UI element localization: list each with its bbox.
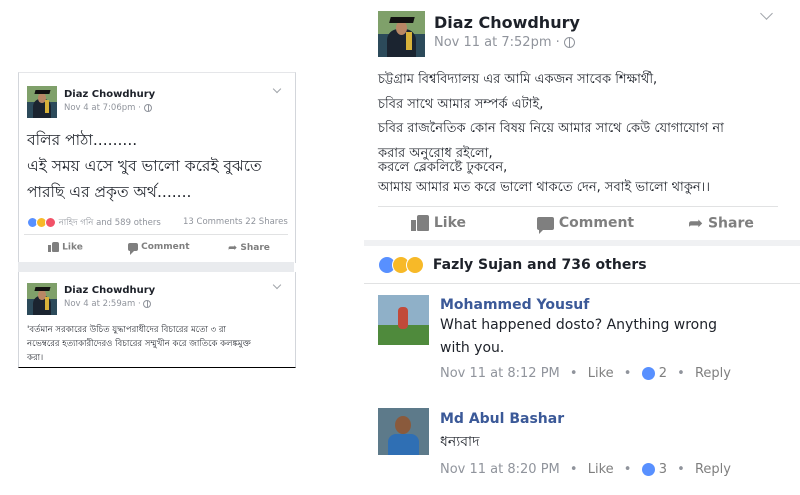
timestamp-text[interactable]: Nov 11 at 7:52pm <box>434 35 551 50</box>
comment-time[interactable]: Nov 11 at 8:20 PM <box>440 462 560 477</box>
author-avatar[interactable] <box>378 11 425 57</box>
globe-icon <box>143 299 152 308</box>
comment-text-line: with you. <box>440 340 505 356</box>
comment-meta: Nov 11 at 8:12 PM • Like • 2 • Reply <box>440 366 731 381</box>
timestamp-text[interactable]: Nov 4 at 2:59am <box>64 299 135 309</box>
share-button[interactable]: ➦ Share <box>228 241 270 254</box>
like-button[interactable]: Like <box>411 215 466 231</box>
post-text-line: 'বর্তমান সরকারের উচিত যুদ্ধাপরাধীদের বিচ… <box>27 325 226 335</box>
comment-like-button[interactable]: Like <box>588 366 614 381</box>
divider <box>378 206 778 207</box>
post-text-line: চট্টগ্রাম বিশ্ববিদ্যালয় এর আমি একজন সাব… <box>378 72 658 87</box>
love-reaction-icon <box>45 217 56 228</box>
post-text-line: বলির পাঠা......... <box>27 131 138 149</box>
comment-icon <box>128 242 138 255</box>
post-author-name[interactable]: Diaz Chowdhury <box>64 285 155 296</box>
like-icon <box>48 242 59 252</box>
post-text-line: নভেম্বরের হত্যাকারীদেরও বিচারের সম্মুখীন… <box>27 339 251 349</box>
post-text-line: করলে ব্লেকলিষ্টে ঢুকবেন, <box>378 160 508 175</box>
comments-shares-count[interactable]: 13 Comments 22 Shares <box>183 217 288 227</box>
comment-like-button[interactable]: Like <box>588 462 614 477</box>
reaction-names[interactable]: নাহিদ গনি and 589 others <box>59 218 161 228</box>
share-button[interactable]: ➦ Share <box>688 213 754 234</box>
like-icon <box>411 215 429 231</box>
share-icon: ➦ <box>688 213 704 234</box>
like-reaction-icon <box>641 367 655 380</box>
post-timestamp[interactable]: Nov 11 at 7:52pm · <box>434 35 575 50</box>
post-text-line: চবির রাজনৈতিক কোন বিষয় নিয়ে আমার সাথে … <box>378 121 724 136</box>
globe-icon <box>563 37 575 48</box>
haha-reaction-icon <box>406 256 424 274</box>
post-text-line: আমায় আমার মত করে ভালো থাকতে দেন, সবাই ভ… <box>378 180 710 195</box>
divider <box>24 234 288 235</box>
post-author-name[interactable]: Diaz Chowdhury <box>64 89 155 100</box>
reaction-names[interactable]: Fazly Sujan and 736 others <box>433 257 647 273</box>
comment-meta: Nov 11 at 8:20 PM • Like • 3 • Reply <box>440 462 731 477</box>
post-text-line: চবির সাথে আমার সম্পর্ক এটাই, <box>378 97 544 112</box>
divider <box>364 283 800 284</box>
post-timestamp[interactable]: Nov 4 at 7:06pm · <box>64 103 152 113</box>
post-text-line: পারছি এর প্রকৃত অর্থ....... <box>27 183 192 201</box>
post-separator <box>18 262 294 272</box>
comment-reply-button[interactable]: Reply <box>695 462 731 477</box>
commenter-name[interactable]: Mohammed Yousuf <box>440 297 589 313</box>
like-reaction-icon <box>641 463 655 476</box>
post-author-name[interactable]: Diaz Chowdhury <box>434 13 580 32</box>
author-avatar[interactable] <box>27 86 57 118</box>
share-icon: ➦ <box>228 241 238 254</box>
comment-time[interactable]: Nov 11 at 8:12 PM <box>440 366 560 381</box>
post-text-line: করা। <box>27 353 44 363</box>
comment-button[interactable]: Comment <box>128 242 190 255</box>
post-text-line: এই সময় এসে খুব ভালো করেই বুঝতে <box>27 157 262 175</box>
commenter-name[interactable]: Md Abul Bashar <box>440 411 564 427</box>
comment-icon <box>537 216 554 234</box>
like-button[interactable]: Like <box>48 242 83 253</box>
comment-like-count[interactable]: 2 <box>659 366 667 381</box>
author-avatar[interactable] <box>27 283 57 315</box>
globe-icon <box>143 103 152 112</box>
section-divider <box>364 240 800 246</box>
comment-reply-button[interactable]: Reply <box>695 366 731 381</box>
reaction-summary[interactable]: নাহিদ গনি and 589 others <box>27 216 161 230</box>
reaction-summary[interactable]: Fazly Sujan and 736 others <box>378 256 647 274</box>
commenter-avatar[interactable] <box>378 408 429 455</box>
left-post-2 <box>18 272 296 368</box>
timestamp-text[interactable]: Nov 4 at 7:06pm <box>64 103 135 113</box>
chevron-down-icon[interactable] <box>760 7 773 20</box>
comment-button[interactable]: Comment <box>537 215 634 234</box>
comment-like-count[interactable]: 3 <box>659 462 667 477</box>
commenter-avatar[interactable] <box>378 295 429 345</box>
comment-text-line: What happened dosto? Anything wrong <box>440 317 717 333</box>
comment-text-line: ধন্যবাদ <box>440 434 480 450</box>
post-timestamp[interactable]: Nov 4 at 2:59am · <box>64 299 152 309</box>
